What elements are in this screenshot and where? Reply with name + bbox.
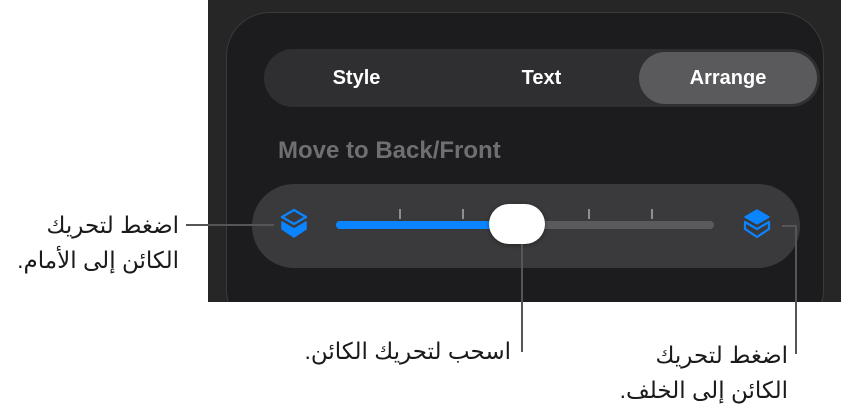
slider-tick — [399, 209, 401, 219]
tab-segmented-control: Style Text Arrange — [264, 49, 820, 107]
callout-line-right-v — [795, 225, 797, 354]
callout-line-right-h — [782, 225, 796, 227]
callout-drag-object: اسحب لتحريك الكائن. — [304, 334, 511, 369]
move-to-back-front-control — [252, 184, 800, 268]
callout-text: الكائن إلى الأمام. — [17, 247, 179, 273]
tab-arrange[interactable]: Arrange — [639, 52, 817, 104]
slider-thumb[interactable] — [489, 204, 546, 244]
slider-tick — [588, 209, 590, 219]
layers-bring-forward-icon — [743, 209, 771, 239]
tab-text[interactable]: Text — [449, 52, 634, 104]
move-backward-button[interactable] — [276, 206, 312, 242]
callout-move-forward: اضغط لتحريك الكائن إلى الأمام. — [17, 208, 179, 278]
slider-tick — [462, 209, 464, 219]
callout-line-left — [186, 224, 274, 226]
tab-style[interactable]: Style — [264, 52, 449, 104]
callout-move-backward: اضغط لتحريك الكائن إلى الخلف. — [620, 338, 788, 408]
callout-text: اضغط لتحريك — [46, 212, 179, 238]
callout-text: اسحب لتحريك الكائن. — [304, 338, 511, 364]
callout-line-center — [521, 244, 523, 352]
callout-text: الكائن إلى الخلف. — [619, 377, 788, 403]
layers-send-backward-icon — [280, 208, 308, 238]
move-forward-button[interactable] — [739, 206, 775, 242]
arrange-panel: Style Text Arrange Move to Back/Front — [208, 0, 841, 302]
slider-tick — [651, 209, 653, 219]
callout-text: اضغط لتحريك — [655, 342, 788, 368]
move-to-back-front-label: Move to Back/Front — [278, 137, 501, 164]
